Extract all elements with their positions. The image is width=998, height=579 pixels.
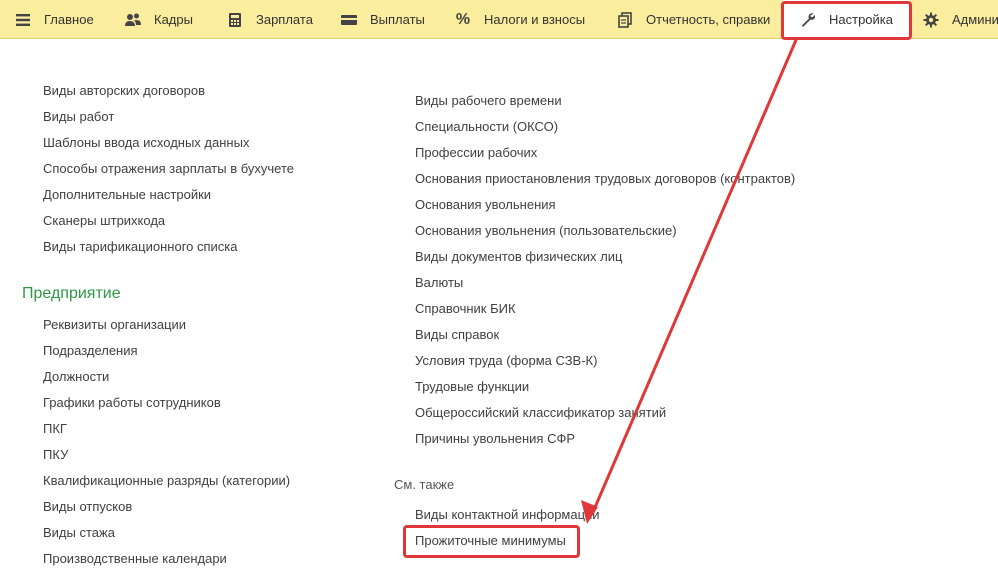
- link-additional-settings[interactable]: Дополнительные настройки: [43, 187, 211, 202]
- link-currencies[interactable]: Валюты: [415, 275, 463, 290]
- link-salary-accounting-methods[interactable]: Способы отражения зарплаты в бухучете: [43, 161, 294, 176]
- wrench-icon: [799, 11, 817, 29]
- link-dismissal-grounds-custom[interactable]: Основания увольнения (пользовательские): [415, 223, 677, 238]
- link-positions[interactable]: Должности: [43, 369, 109, 384]
- link-work-time-types[interactable]: Виды рабочего времени: [415, 93, 562, 108]
- reports-icon: [616, 11, 634, 29]
- nav-item-label: Админи: [952, 12, 998, 27]
- link-contract-suspension-grounds[interactable]: Основания приостановления трудовых догов…: [415, 171, 795, 186]
- nav-item-label: Главное: [44, 12, 94, 27]
- link-tariff-list-types[interactable]: Виды тарификационного списка: [43, 239, 238, 254]
- link-vacation-types[interactable]: Виды отпусков: [43, 499, 132, 514]
- link-certificate-types[interactable]: Виды справок: [415, 327, 499, 342]
- link-input-templates[interactable]: Шаблоны ввода исходных данных: [43, 135, 249, 150]
- section-title-enterprise: Предприятие: [22, 285, 121, 302]
- wallet-icon: [340, 11, 358, 29]
- link-organization-details[interactable]: Реквизиты организации: [43, 317, 186, 332]
- link-occupations-classifier[interactable]: Общероссийский классификатор занятий: [415, 405, 666, 420]
- nav-item-label: Кадры: [154, 12, 193, 27]
- nav-item-label: Выплаты: [370, 12, 425, 27]
- link-qualification-grades[interactable]: Квалификационные разряды (категории): [43, 473, 290, 488]
- nav-item-main[interactable]: Главное: [14, 0, 94, 39]
- nav-item-reports[interactable]: Отчетность, справки: [616, 0, 770, 39]
- nav-item-taxes[interactable]: % Налоги и взносы: [454, 0, 585, 39]
- link-pku[interactable]: ПКУ: [43, 447, 68, 462]
- hamburger-menu-icon: [14, 11, 32, 29]
- nav-item-staff[interactable]: Кадры: [124, 0, 193, 39]
- link-departments[interactable]: Подразделения: [43, 343, 138, 358]
- gear-icon: [922, 11, 940, 29]
- top-nav-bar: Главное Кадры Зарплата Выплаты % Налоги …: [0, 0, 998, 39]
- link-subsistence-minimums[interactable]: Прожиточные минимумы: [415, 533, 566, 548]
- link-barcode-scanners[interactable]: Сканеры штрихкода: [43, 213, 165, 228]
- link-sfr-dismissal-reasons[interactable]: Причины увольнения СФР: [415, 431, 575, 446]
- nav-item-payments[interactable]: Выплаты: [340, 0, 425, 39]
- link-specialties-okso[interactable]: Специальности (ОКСО): [415, 119, 558, 134]
- link-production-calendars[interactable]: Производственные календари: [43, 551, 227, 566]
- percent-icon: %: [455, 10, 471, 28]
- link-work-types[interactable]: Виды работ: [43, 109, 114, 124]
- link-work-schedules[interactable]: Графики работы сотрудников: [43, 395, 221, 410]
- people-icon: [124, 11, 142, 29]
- nav-item-label: Настройка: [829, 12, 893, 27]
- nav-item-salary[interactable]: Зарплата: [226, 0, 313, 39]
- link-pkg[interactable]: ПКГ: [43, 421, 67, 436]
- link-author-contract-types[interactable]: Виды авторских договоров: [43, 83, 205, 98]
- link-labor-functions[interactable]: Трудовые функции: [415, 379, 529, 394]
- nav-item-admin[interactable]: Админи: [922, 0, 998, 39]
- link-worker-professions[interactable]: Профессии рабочих: [415, 145, 537, 160]
- link-bik-directory[interactable]: Справочник БИК: [415, 301, 516, 316]
- see-also-title: См. также: [394, 477, 455, 492]
- calculator-icon: [226, 11, 244, 29]
- link-contact-info-types[interactable]: Виды контактной информации: [415, 507, 600, 522]
- nav-item-label: Отчетность, справки: [646, 12, 771, 27]
- link-dismissal-grounds[interactable]: Основания увольнения: [415, 197, 556, 212]
- nav-item-label: Зарплата: [256, 12, 313, 27]
- link-id-document-types[interactable]: Виды документов физических лиц: [415, 249, 622, 264]
- nav-item-settings[interactable]: Настройка: [783, 0, 909, 39]
- link-working-conditions[interactable]: Условия труда (форма СЗВ-К): [415, 353, 597, 368]
- nav-item-label: Налоги и взносы: [484, 12, 586, 27]
- link-seniority-types[interactable]: Виды стажа: [43, 525, 115, 540]
